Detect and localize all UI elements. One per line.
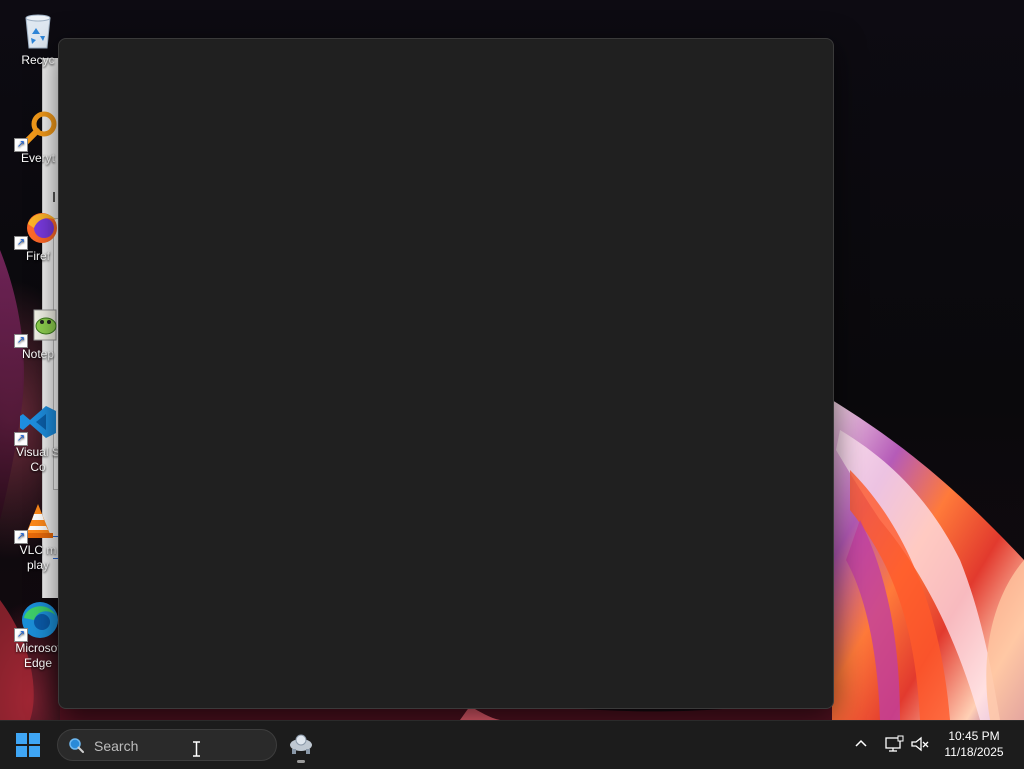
notepad-plus-plus-icon: ↗ [14,304,58,348]
volume-muted-icon[interactable] [910,735,930,753]
windows-logo-icon [29,746,40,757]
taskbar-search-box[interactable] [57,729,277,761]
visual-studio-code-icon: ↗ [14,402,58,446]
taskbar-app-button[interactable] [284,729,318,763]
search-input[interactable] [92,734,266,758]
firefox-icon: ↗ [14,206,58,250]
chevron-up-icon[interactable] [852,735,870,753]
start-button[interactable] [16,733,42,759]
clock-date: 11/18/2025 [944,745,1004,759]
shortcut-arrow-icon: ↗ [14,432,28,446]
text-cursor-icon [193,741,200,757]
network-icon[interactable] [884,735,904,753]
vlc-cone-icon: ↗ [14,500,58,544]
microsoft-edge-icon: ↗ [14,598,58,642]
app-robot-icon [290,734,312,754]
windows-logo-icon [16,733,27,744]
everything-search-icon: ↗ [14,108,58,152]
clock-time: 10:45 PM [948,729,1000,743]
search-flyout-panel [58,38,834,709]
running-indicator [297,760,305,763]
search-icon [69,738,84,753]
shortcut-arrow-icon: ↗ [14,334,28,348]
taskbar-clock[interactable]: 10:45 PM 11/18/2025 [936,728,1012,760]
windows-logo-icon [29,733,40,744]
windows-logo-icon [16,746,27,757]
taskbar: 10:45 PM 11/18/2025 [0,720,1024,769]
shortcut-arrow-icon: ↗ [14,628,28,642]
recycle-bin-icon [18,10,58,50]
shortcut-arrow-icon: ↗ [14,236,28,250]
shortcut-arrow-icon: ↗ [14,138,28,152]
shortcut-arrow-icon: ↗ [14,530,28,544]
